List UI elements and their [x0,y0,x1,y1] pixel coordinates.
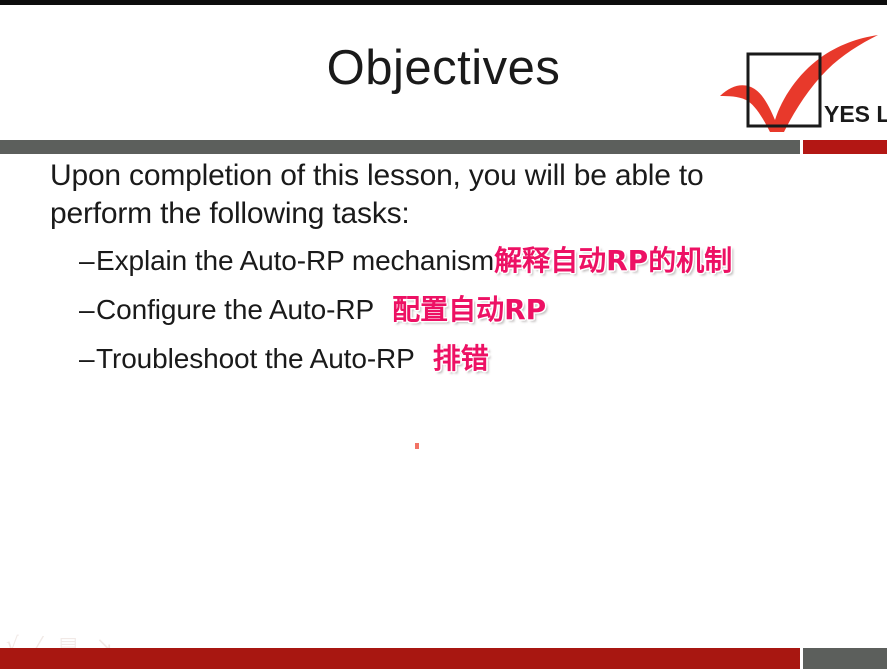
list-item: – Troubleshoot the Auto-RP 排错 [50,338,850,380]
top-black-strip [0,0,887,5]
logo-text: YES LAB [824,101,887,127]
objective-text-en: Troubleshoot the Auto-RP [96,342,415,374]
objective-text-en: Configure the Auto-RP [96,293,375,325]
divider-red-segment [803,140,887,154]
objective-annotation-cn: 配置自动RP [392,292,547,326]
lead-line-1: Upon completion of this lesson, you will… [50,159,704,192]
lead-line-2: perform the following tasks: [50,196,410,230]
bullet-dash-icon: – [79,293,95,325]
footer-red-segment [0,648,800,669]
objective-annotation-cn: 解释自动RP的机制 [494,243,733,277]
footer-bar [0,648,887,669]
objectives-list: – Explain the Auto-RP mechanism解释自动RP的机制… [50,240,850,380]
bullet-dash-icon: – [79,342,95,374]
footer-gray-segment [803,648,887,669]
list-item: – Configure the Auto-RP 配置自动RP [50,289,850,331]
slide-canvas: Objectives YES LAB Upon completion of th… [0,0,887,669]
objective-annotation-cn: 排错 [432,341,489,375]
list-item: – Explain the Auto-RP mechanism解释自动RP的机制 [50,240,850,282]
slide-body: Upon completion of this lesson, you will… [50,157,850,380]
objective-text-en: Explain the Auto-RP mechanism [96,244,495,276]
yes-lab-logo: YES LAB [712,32,887,142]
divider-gray-segment [0,140,800,154]
bullet-dash-icon: – [79,244,95,276]
header-divider-bar [0,140,887,154]
lead-paragraph: Upon completion of this lesson, you will… [50,157,850,233]
stray-pixel-artifact [415,443,419,449]
